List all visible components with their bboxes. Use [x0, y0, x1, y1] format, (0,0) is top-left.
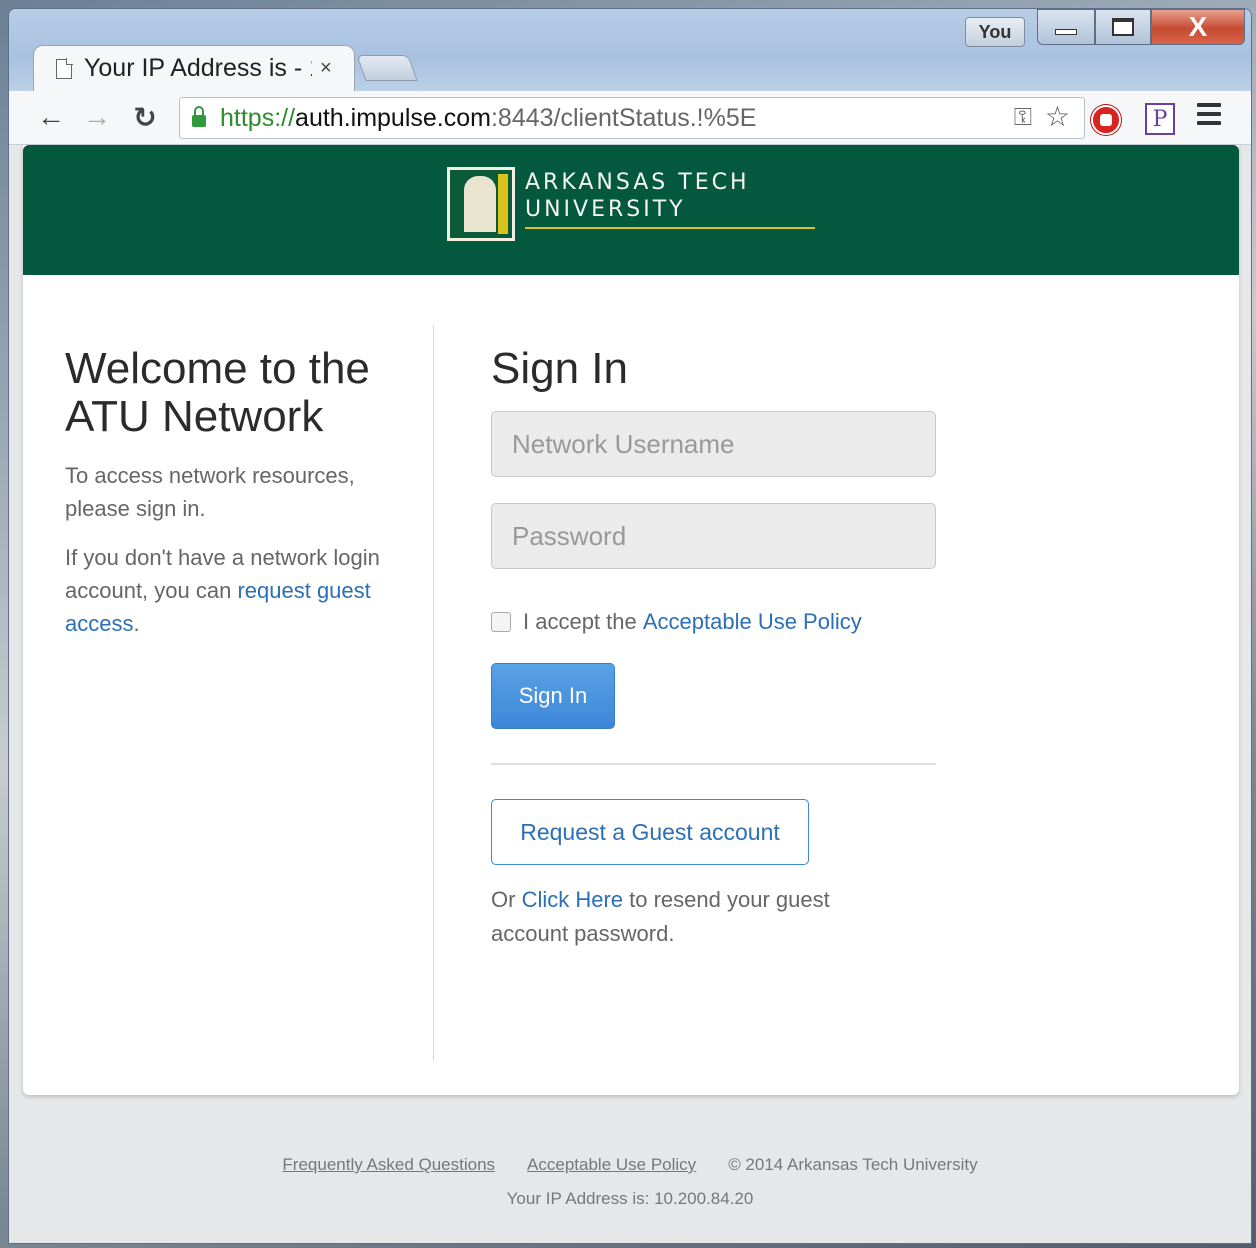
back-arrow-icon[interactable]: ← — [35, 101, 67, 133]
aup-checkbox[interactable] — [491, 612, 511, 632]
faq-link[interactable]: Frequently Asked Questions — [282, 1155, 495, 1175]
logo-line-1: ARKANSAS TECH — [525, 170, 750, 195]
browser-toolbar: ← → ↻ https://auth.impulse.com:8443/clie… — [9, 91, 1251, 145]
minimize-icon — [1055, 29, 1077, 35]
menu-icon[interactable] — [1197, 103, 1221, 130]
logo-line-2: UNIVERSITY — [525, 197, 686, 222]
profile-button[interactable]: You — [965, 17, 1025, 47]
username-input[interactable] — [491, 411, 936, 477]
aup-link[interactable]: Acceptable Use Policy — [643, 609, 862, 635]
new-tab-button[interactable] — [356, 55, 418, 81]
vertical-divider — [433, 325, 434, 1061]
password-input[interactable] — [491, 503, 936, 569]
key-icon[interactable]: ⚿ — [1014, 104, 1032, 132]
welcome-title-line-2: ATU Network — [65, 392, 324, 441]
welcome-panel: Welcome to the ATU Network To access net… — [65, 345, 415, 640]
url-host: auth.impulse.com — [295, 103, 491, 132]
resend-click-here-link[interactable]: Click Here — [522, 887, 623, 912]
welcome-instructions: To access network resources, please sign… — [65, 463, 355, 521]
signin-title: Sign In — [491, 344, 628, 393]
tab-close-icon[interactable]: × — [320, 57, 332, 80]
page-footer: Frequently Asked Questions Acceptable Us… — [9, 1155, 1251, 1209]
lock-icon — [192, 106, 206, 127]
ip-address-text: Your IP Address is: 10.200.84.20 — [506, 1189, 754, 1208]
footer-links: Frequently Asked Questions Acceptable Us… — [9, 1155, 1251, 1175]
browser-window: Your IP Address is - 1 × You X ← → ↻ htt… — [8, 8, 1252, 1244]
minimize-button[interactable] — [1037, 9, 1095, 45]
star-icon[interactable]: ☆ — [1045, 100, 1070, 133]
tower-logo-icon — [447, 167, 515, 241]
maximize-icon — [1112, 18, 1134, 36]
request-guest-account-button[interactable]: Request a Guest account — [491, 799, 809, 865]
maximize-button[interactable] — [1095, 9, 1151, 45]
title-bar: Your IP Address is - 1 × You X — [9, 9, 1251, 91]
aup-label: I accept the — [523, 609, 643, 634]
signin-panel: Sign In I accept the Acceptable Use Poli… — [491, 345, 936, 951]
page-content: ARKANSAS TECH UNIVERSITY Welcome to the … — [9, 145, 1251, 1243]
resend-prefix: Or — [491, 887, 522, 912]
copyright-text: © 2014 Arkansas Tech University — [728, 1155, 978, 1174]
reload-icon[interactable]: ↻ — [129, 101, 161, 133]
url-path: :8443/clientStatus.!%5E — [490, 103, 757, 132]
guest-info-suffix: . — [133, 611, 140, 636]
logo-rule — [525, 227, 815, 229]
tab-title: Your IP Address is - 1 — [84, 54, 312, 82]
forward-arrow-icon[interactable]: → — [81, 101, 113, 133]
guest-info: If you don't have a network login accoun… — [65, 541, 415, 640]
browser-tab[interactable]: Your IP Address is - 1 × — [33, 45, 355, 91]
university-banner: ARKANSAS TECH UNIVERSITY — [23, 145, 1239, 275]
url-scheme: https:// — [220, 103, 296, 132]
welcome-title: Welcome to the ATU Network — [65, 345, 415, 441]
atu-logo: ARKANSAS TECH UNIVERSITY — [447, 167, 815, 241]
document-icon — [56, 57, 73, 79]
login-card: ARKANSAS TECH UNIVERSITY Welcome to the … — [23, 145, 1239, 1095]
horizontal-divider — [491, 763, 936, 765]
resend-password-text: Or Click Here to resend your guest accou… — [491, 883, 871, 951]
address-bar[interactable]: https://auth.impulse.com:8443/clientStat… — [179, 97, 1085, 139]
close-window-button[interactable]: X — [1151, 9, 1245, 45]
stop-extension-icon[interactable] — [1091, 105, 1121, 135]
signin-button[interactable]: Sign In — [491, 663, 615, 729]
aup-row: I accept the Acceptable Use Policy — [491, 609, 936, 635]
welcome-title-line-1: Welcome to the — [65, 344, 370, 393]
p-extension-icon[interactable]: P — [1145, 103, 1175, 135]
footer-aup-link[interactable]: Acceptable Use Policy — [527, 1155, 696, 1175]
